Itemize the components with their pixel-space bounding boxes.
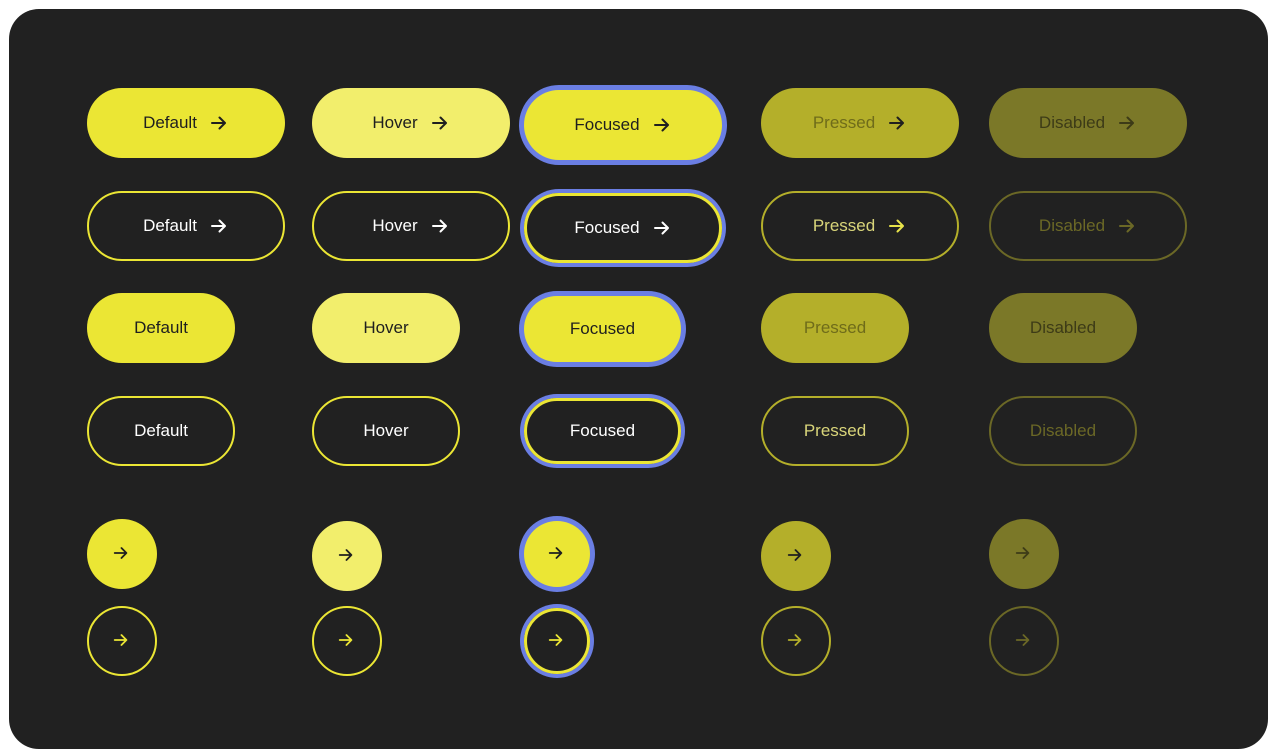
button-label: Pressed [803, 421, 867, 440]
filled-button-disabled: Disabled [989, 293, 1137, 363]
filled-arrow-button-default[interactable]: Default [87, 88, 285, 158]
button-label: Hover [372, 113, 418, 132]
outline-button-focused[interactable]: Focused [524, 398, 681, 464]
outline-button-default[interactable]: Default [87, 396, 235, 466]
filled-icon-button-default[interactable] [87, 519, 157, 589]
filled-arrow-button-focused[interactable]: Focused [524, 90, 722, 160]
arrow-right-icon [112, 544, 132, 564]
arrow-right-icon [112, 631, 132, 651]
outline-icon-button-default[interactable] [87, 606, 157, 676]
button-label: Focused [574, 115, 640, 134]
button-label: Focused [569, 319, 636, 338]
filled-icon-button-focused[interactable] [524, 521, 590, 587]
arrow-right-icon [652, 115, 672, 135]
button-label: Disabled [1029, 421, 1097, 440]
button-label: Default [143, 113, 197, 132]
button-label: Pressed [812, 113, 876, 132]
outline-icon-button-disabled [989, 606, 1059, 676]
button-label: Pressed [812, 216, 876, 235]
outline-icon-button-focused[interactable] [524, 608, 590, 674]
filled-arrow-button-pressed[interactable]: Pressed [761, 88, 959, 158]
arrow-right-icon [209, 216, 229, 236]
outline-button-pressed[interactable]: Pressed [761, 396, 909, 466]
button-label: Default [134, 421, 188, 440]
button-label: Pressed [803, 318, 867, 337]
arrow-right-icon [209, 113, 229, 133]
button-label: Hover [372, 216, 418, 235]
arrow-right-icon [337, 546, 357, 566]
outline-arrow-button-default[interactable]: Default [87, 191, 285, 261]
outline-button-disabled: Disabled [989, 396, 1137, 466]
filled-button-focused[interactable]: Focused [524, 296, 681, 362]
button-label: Disabled [1038, 113, 1106, 132]
arrow-right-icon [547, 544, 567, 564]
button-label: Default [134, 318, 188, 337]
filled-button-pressed[interactable]: Pressed [761, 293, 909, 363]
filled-button-hover[interactable]: Hover [312, 293, 460, 363]
arrow-right-icon [786, 546, 806, 566]
outline-arrow-button-hover[interactable]: Hover [312, 191, 510, 261]
outline-icon-button-pressed[interactable] [761, 606, 831, 676]
button-label: Focused [574, 218, 640, 237]
outline-button-hover[interactable]: Hover [312, 396, 460, 466]
outline-icon-button-hover[interactable] [312, 606, 382, 676]
arrow-right-icon [547, 631, 567, 651]
arrow-right-icon [786, 631, 806, 651]
button-label: Focused [569, 421, 636, 440]
arrow-right-icon [887, 216, 907, 236]
outline-arrow-button-disabled: Disabled [989, 191, 1187, 261]
arrow-right-icon [1014, 544, 1034, 564]
button-label: Disabled [1038, 216, 1106, 235]
arrow-right-icon [1014, 631, 1034, 651]
filled-icon-button-disabled [989, 519, 1059, 589]
filled-button-default[interactable]: Default [87, 293, 235, 363]
arrow-right-icon [430, 113, 450, 133]
filled-icon-button-hover[interactable] [312, 521, 382, 591]
filled-arrow-button-disabled: Disabled [989, 88, 1187, 158]
button-label: Default [143, 216, 197, 235]
button-label: Disabled [1029, 318, 1097, 337]
arrow-right-icon [430, 216, 450, 236]
arrow-right-icon [337, 631, 357, 651]
arrow-right-icon [1117, 216, 1137, 236]
filled-icon-button-pressed[interactable] [761, 521, 831, 591]
arrow-right-icon [887, 113, 907, 133]
button-label: Hover [363, 318, 409, 337]
outline-arrow-button-focused[interactable]: Focused [524, 193, 722, 263]
button-label: Hover [363, 421, 409, 440]
arrow-right-icon [1117, 113, 1137, 133]
outline-arrow-button-pressed[interactable]: Pressed [761, 191, 959, 261]
filled-arrow-button-hover[interactable]: Hover [312, 88, 510, 158]
arrow-right-icon [652, 218, 672, 238]
